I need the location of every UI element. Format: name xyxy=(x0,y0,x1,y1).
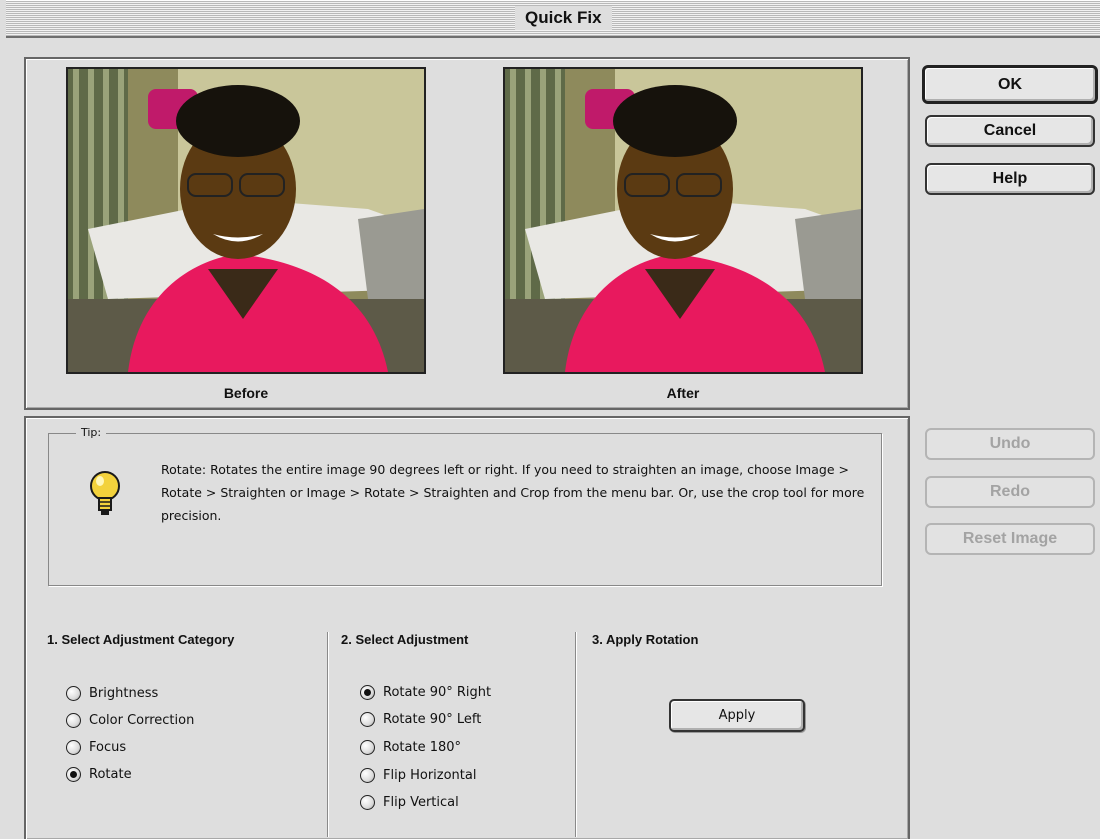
radio-rotate-180[interactable]: Rotate 180° xyxy=(360,736,461,758)
radio-button[interactable] xyxy=(66,739,81,755)
after-image xyxy=(503,67,863,374)
radio-rotate-90-left[interactable]: Rotate 90° Left xyxy=(360,708,481,730)
step3-heading: 3. Apply Rotation xyxy=(592,632,699,647)
radio-label: Flip Vertical xyxy=(383,794,459,810)
window-title: Quick Fix xyxy=(515,6,612,30)
radio-color-correction[interactable]: Color Correction xyxy=(66,709,194,731)
tip-text: Rotate: Rotates the entire image 90 degr… xyxy=(161,462,865,523)
column-divider xyxy=(327,632,328,837)
step2-heading: 2. Select Adjustment xyxy=(341,632,469,647)
radio-label: Focus xyxy=(89,739,127,755)
cancel-button[interactable]: Cancel xyxy=(925,115,1095,147)
before-image xyxy=(66,67,426,374)
reset-image-button[interactable]: Reset Image xyxy=(925,523,1095,555)
radio-button[interactable] xyxy=(66,685,81,701)
radio-button[interactable] xyxy=(360,739,375,755)
radio-flip-horizontal[interactable]: Flip Horizontal xyxy=(360,764,476,786)
radio-button[interactable] xyxy=(360,794,375,810)
radio-label: Flip Horizontal xyxy=(383,767,477,783)
radio-button[interactable] xyxy=(66,712,81,728)
step1-heading: 1. Select Adjustment Category xyxy=(47,632,235,647)
radio-rotate[interactable]: Rotate xyxy=(66,763,132,785)
radio-button[interactable] xyxy=(360,711,375,727)
undo-button[interactable]: Undo xyxy=(925,428,1095,460)
radio-label: Rotate 90° Left xyxy=(383,711,482,727)
radio-focus[interactable]: Focus xyxy=(66,736,126,758)
radio-brightness[interactable]: Brightness xyxy=(66,682,158,704)
lightbulb-icon xyxy=(88,470,122,518)
after-label: After xyxy=(666,385,700,401)
tip-label: Tip: xyxy=(76,426,107,439)
radio-label: Color Correction xyxy=(89,712,195,728)
redo-button[interactable]: Redo xyxy=(925,476,1095,508)
preview-panel: Before After xyxy=(24,57,910,410)
column-divider xyxy=(575,632,576,837)
radio-label: Rotate xyxy=(89,766,132,782)
radio-button-selected[interactable] xyxy=(66,766,81,782)
apply-button[interactable]: Apply xyxy=(669,699,805,732)
radio-button[interactable] xyxy=(360,767,375,783)
title-bar[interactable]: Quick Fix xyxy=(6,0,1100,38)
before-label: Before xyxy=(223,385,269,401)
radio-label: Rotate 90° Right xyxy=(383,684,492,700)
help-button[interactable]: Help xyxy=(925,163,1095,195)
radio-button-selected[interactable] xyxy=(360,684,375,700)
radio-flip-vertical[interactable]: Flip Vertical xyxy=(360,791,459,813)
radio-label: Rotate 180° xyxy=(383,739,462,755)
radio-rotate-90-right[interactable]: Rotate 90° Right xyxy=(360,681,491,703)
radio-label: Brightness xyxy=(89,685,159,701)
ok-button[interactable]: OK xyxy=(922,65,1098,104)
